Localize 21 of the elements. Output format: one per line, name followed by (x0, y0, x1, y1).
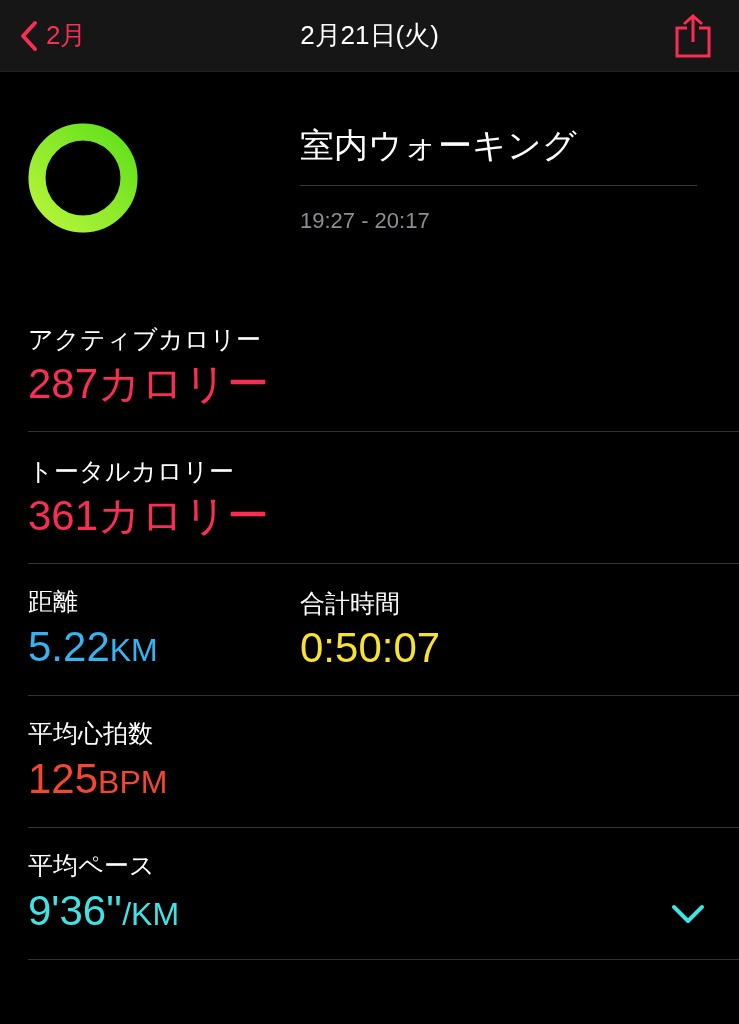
back-button[interactable]: 2月 (20, 16, 87, 55)
nav-title: 2月21日(火) (300, 19, 439, 52)
workout-time: 19:27 - 20:17 (300, 207, 431, 235)
chevron-icon[interactable] (671, 903, 705, 924)
metric-label: 平均ペース (28, 850, 156, 882)
share-button[interactable] (675, 13, 711, 58)
metric-value: 361カロリー (28, 491, 270, 542)
metric-label: 平均心拍数 (28, 718, 154, 750)
metric-label: トータルカロリー (28, 455, 235, 487)
metric-label: アクティブカロリー (28, 323, 262, 355)
metric-label: 距離 (28, 586, 79, 618)
metric-value: 287カロリー (28, 359, 270, 410)
metric-value: 9'36''/KM (28, 885, 180, 936)
metric-value: 0:50:07 (300, 623, 441, 674)
activity-ring-icon (28, 123, 138, 233)
metric-value: 5.22KM (28, 621, 159, 672)
share-icon (675, 13, 711, 58)
metric-label: 合計時間 (300, 587, 401, 619)
back-chevron-icon (20, 19, 38, 52)
metric-value: 125BPM (28, 753, 168, 804)
workout-title: 室内ウォーキング (300, 120, 697, 186)
